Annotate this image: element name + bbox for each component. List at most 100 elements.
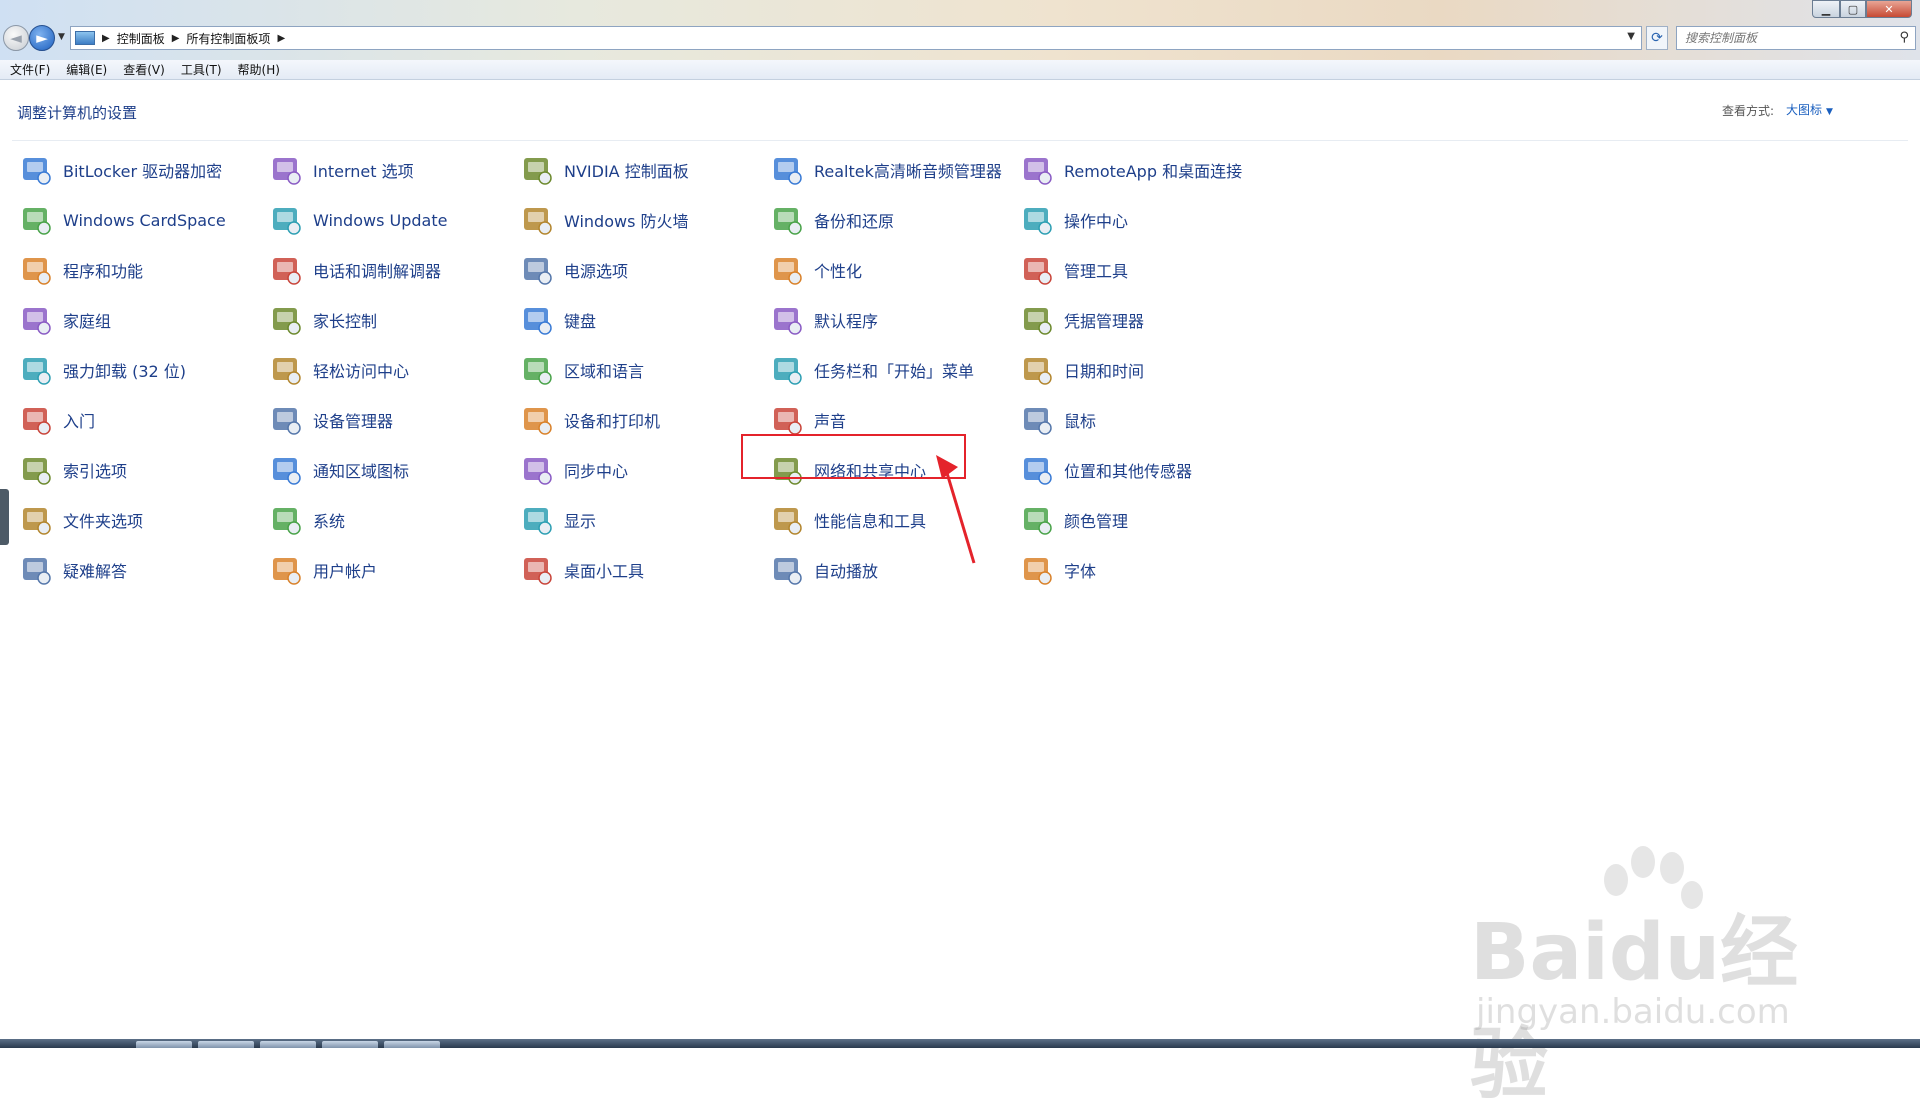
control-panel-item[interactable]: 桌面小工具 [518, 550, 758, 590]
menu-help[interactable]: 帮助(H) [238, 61, 280, 78]
control-panel-item[interactable]: 疑难解答 [17, 550, 257, 590]
annotation-arrow [936, 455, 976, 564]
control-panel-item[interactable]: 系统 [267, 500, 507, 540]
recent-pages-dropdown-icon[interactable]: ▼ [58, 32, 65, 42]
date-time-icon [1020, 353, 1054, 387]
region-language-icon [520, 353, 554, 387]
control-panel-item[interactable]: 管理工具 [1018, 250, 1258, 290]
control-panel-item-label: 设备管理器 [313, 412, 394, 431]
close-button[interactable]: ✕ [1866, 0, 1912, 18]
menu-tools[interactable]: 工具(T) [181, 61, 222, 78]
control-panel-item-label: 声音 [814, 412, 847, 431]
control-panel-item-label: 疑难解答 [63, 562, 128, 581]
control-panel-item[interactable]: 入门 [17, 400, 257, 440]
control-panel-item[interactable]: 索引选项 [17, 450, 257, 490]
control-panel-item-label: 程序和功能 [63, 262, 144, 281]
control-panel-item[interactable]: 电源选项 [518, 250, 758, 290]
control-panel-item[interactable]: 鼠标 [1018, 400, 1258, 440]
menu-edit[interactable]: 编辑(E) [66, 61, 107, 78]
taskbar-button[interactable] [260, 1041, 316, 1048]
control-panel-item[interactable]: Windows 防火墙 [518, 200, 758, 240]
user-accounts-icon [269, 553, 303, 587]
personalization-icon [770, 253, 804, 287]
control-panel-item[interactable]: 颜色管理 [1018, 500, 1258, 540]
control-panel-item-label: 颜色管理 [1064, 512, 1129, 531]
control-panel-item[interactable]: 程序和功能 [17, 250, 257, 290]
view-by-dropdown[interactable]: 大图标 ▼ [1786, 101, 1833, 118]
control-panel-item[interactable]: 区域和语言 [518, 350, 758, 390]
admin-tools-icon [1020, 253, 1054, 287]
programs-icon [19, 253, 53, 287]
control-panel-item[interactable]: 默认程序 [768, 300, 1008, 340]
watermark-url: jingyan.baidu.com [1476, 992, 1790, 1032]
control-panel-item[interactable]: 家庭组 [17, 300, 257, 340]
control-panel-item[interactable]: 个性化 [768, 250, 1008, 290]
chevron-right-icon[interactable]: ▶ [277, 33, 285, 44]
page-title: 调整计算机的设置 [17, 104, 138, 122]
control-panel-item[interactable]: Windows CardSpace [17, 200, 257, 240]
control-panel-item[interactable]: 通知区域图标 [267, 450, 507, 490]
maximize-button[interactable]: ▢ [1840, 0, 1866, 18]
refresh-button[interactable]: ⟳ [1646, 26, 1668, 50]
control-panel-item-label: 凭据管理器 [1064, 312, 1145, 331]
control-panel-item[interactable]: 键盘 [518, 300, 758, 340]
control-panel-item[interactable]: 凭据管理器 [1018, 300, 1258, 340]
control-panel-item[interactable]: 备份和还原 [768, 200, 1008, 240]
control-panel-item[interactable]: 操作中心 [1018, 200, 1258, 240]
control-panel-item[interactable]: 同步中心 [518, 450, 758, 490]
control-panel-item-label: 文件夹选项 [63, 512, 144, 531]
notification-icons-icon [269, 453, 303, 487]
breadcrumb-control-panel[interactable]: 控制面板 [117, 30, 165, 47]
control-panel-item[interactable]: 字体 [1018, 550, 1258, 590]
credential-manager-icon [1020, 303, 1054, 337]
control-panel-item-label: Windows Update [313, 210, 448, 230]
control-panel-item[interactable]: 家长控制 [267, 300, 507, 340]
chevron-right-icon[interactable]: ▶ [102, 33, 110, 44]
search-icon[interactable]: ⚲ [1899, 30, 1909, 45]
ease-of-access-icon [269, 353, 303, 387]
control-panel-item[interactable]: Realtek高清晰音频管理器 [768, 150, 1008, 190]
control-panel-item[interactable]: NVIDIA 控制面板 [518, 150, 758, 190]
minimize-button[interactable]: ▁ [1812, 0, 1840, 18]
search-box[interactable]: ⚲ [1676, 26, 1916, 50]
control-panel-item[interactable]: 显示 [518, 500, 758, 540]
control-panel-item[interactable]: 电话和调制解调器 [267, 250, 507, 290]
location-sensors-icon [1020, 453, 1054, 487]
control-panel-item-label: 操作中心 [1064, 212, 1129, 231]
control-panel-item[interactable]: 位置和其他传感器 [1018, 450, 1258, 490]
taskbar-button[interactable] [198, 1041, 254, 1048]
back-button[interactable]: ◄ [3, 25, 29, 51]
control-panel-item-label: 电话和调制解调器 [313, 262, 442, 281]
chevron-right-icon[interactable]: ▶ [172, 33, 180, 44]
breadcrumb-all-items[interactable]: 所有控制面板项 [186, 30, 270, 47]
control-panel-item[interactable]: Internet 选项 [267, 150, 507, 190]
autoplay-icon [770, 553, 804, 587]
forward-button[interactable]: ► [29, 25, 55, 51]
control-panel-item[interactable]: RemoteApp 和桌面连接 [1018, 150, 1258, 190]
control-panel-item[interactable]: 设备管理器 [267, 400, 507, 440]
control-panel-item-label: 位置和其他传感器 [1064, 462, 1193, 481]
control-panel-item[interactable]: 设备和打印机 [518, 400, 758, 440]
power-options-icon [520, 253, 554, 287]
control-panel-item[interactable]: 声音 [768, 400, 1008, 440]
side-handle[interactable] [0, 489, 9, 545]
taskbar-button[interactable] [322, 1041, 378, 1048]
taskbar-button[interactable] [136, 1041, 192, 1048]
menu-file[interactable]: 文件(F) [10, 61, 50, 78]
performance-icon [770, 503, 804, 537]
control-panel-item[interactable]: 轻松访问中心 [267, 350, 507, 390]
search-input[interactable] [1685, 31, 1885, 45]
control-panel-item-label: 键盘 [564, 312, 597, 331]
address-dropdown-icon[interactable]: ▼ [1627, 31, 1635, 42]
taskbar-button[interactable] [384, 1041, 440, 1048]
control-panel-item[interactable]: Windows Update [267, 200, 507, 240]
control-panel-item[interactable]: 文件夹选项 [17, 500, 257, 540]
menu-view[interactable]: 查看(V) [123, 61, 165, 78]
control-panel-item[interactable]: 日期和时间 [1018, 350, 1258, 390]
address-bar[interactable]: ▶ 控制面板 ▶ 所有控制面板项 ▶ ▼ [70, 26, 1642, 50]
control-panel-item[interactable]: 强力卸载 (32 位) [17, 350, 257, 390]
control-panel-item-label: 电源选项 [564, 262, 629, 281]
control-panel-item[interactable]: 任务栏和「开始」菜单 [768, 350, 1008, 390]
control-panel-item[interactable]: BitLocker 驱动器加密 [17, 150, 257, 190]
control-panel-item[interactable]: 用户帐户 [267, 550, 507, 590]
